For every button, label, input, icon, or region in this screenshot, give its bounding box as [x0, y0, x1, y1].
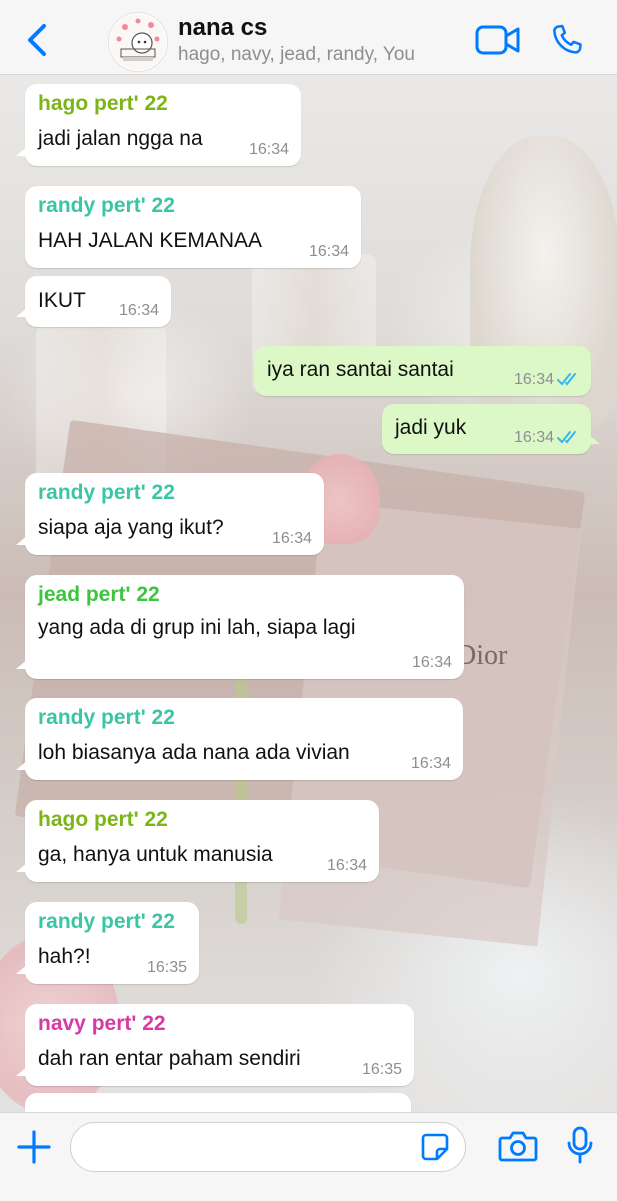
- plus-icon: [17, 1130, 51, 1164]
- message-sender: jead pert' 22: [38, 583, 160, 606]
- message-sender: randy pert' 22: [38, 194, 175, 217]
- message-text: hah?!: [38, 945, 91, 968]
- message-time: 16:35: [361, 1061, 402, 1078]
- voice-message-button[interactable]: [566, 1125, 594, 1165]
- message-time: 16:35: [146, 959, 187, 976]
- phone-icon: [553, 24, 582, 54]
- voice-call-button[interactable]: [548, 20, 586, 60]
- message-bubble[interactable]: iya ran santai santai 16:34: [254, 346, 591, 396]
- message-time: 16:34: [248, 141, 289, 158]
- message-text: dah ran entar paham sendiri: [38, 1047, 301, 1070]
- sticker-icon: [421, 1133, 449, 1161]
- message-text: HAH JALAN KEMANAA: [38, 229, 263, 252]
- message-bubble[interactable]: randy pert' 22 siapa aja yang ikut? 16:3…: [16, 473, 324, 555]
- message-time: 16:34: [411, 654, 452, 671]
- read-receipt-icon: [557, 373, 576, 386]
- chat-header: nana cs hago, navy, jead, randy, You: [0, 0, 617, 75]
- video-camera-icon: [475, 25, 520, 55]
- message-sender: hago pert' 22: [38, 808, 168, 831]
- message-text: iya ran santai santai: [267, 358, 454, 381]
- sticker-button[interactable]: [420, 1132, 450, 1162]
- message-time: 16:34: [118, 302, 159, 319]
- message-bubble[interactable]: navy pert' 22 dah ran entar paham sendir…: [16, 1004, 414, 1086]
- chat-members-list[interactable]: hago, navy, jead, randy, You: [178, 44, 415, 66]
- message-bubble[interactable]: randy pert' 22 hah?! 16:35: [16, 902, 199, 984]
- message-sender: randy pert' 22: [38, 481, 175, 504]
- message-text: yang ada di grup ini lah, siapa lagi: [38, 616, 356, 639]
- message-time: 16:34: [271, 530, 312, 547]
- message-text: jadi jalan ngga na: [38, 127, 203, 150]
- composer-bar: [0, 1112, 617, 1201]
- group-avatar[interactable]: [108, 12, 168, 72]
- message-text: ga, hanya untuk manusia: [38, 843, 273, 866]
- attach-button[interactable]: [16, 1129, 52, 1165]
- message-sender: navy pert' 22: [38, 1012, 166, 1035]
- message-time: 16:34: [326, 857, 367, 874]
- group-avatar-illustration: [110, 14, 166, 70]
- message-bubble[interactable]: hago pert' 22 jadi jalan ngga na 16:34: [16, 84, 301, 166]
- read-receipt-icon: [557, 431, 576, 444]
- message-sender: hago pert' 22: [38, 92, 168, 115]
- message-time: 16:34: [513, 429, 554, 446]
- video-call-button[interactable]: [474, 22, 522, 58]
- message-bubble[interactable]: randy pert' 22 HAH JALAN KEMANAA 16:34: [25, 186, 361, 268]
- message-bubble[interactable]: jadi yuk 16:34: [382, 404, 600, 454]
- message-bubble[interactable]: randy pert' 22 loh biasanya ada nana ada…: [16, 698, 463, 780]
- message-sender: randy pert' 22: [38, 706, 175, 729]
- chevron-left-icon: [28, 24, 46, 56]
- message-time: 16:34: [308, 243, 349, 260]
- camera-icon: [498, 1131, 538, 1162]
- message-text: jadi yuk: [395, 416, 467, 439]
- microphone-icon: [567, 1126, 593, 1164]
- camera-button[interactable]: [498, 1129, 538, 1163]
- message-text: loh biasanya ada nana ada vivian: [38, 741, 350, 764]
- message-bubble[interactable]: IKUT 16:34: [16, 276, 171, 327]
- message-bubble[interactable]: hago pert' 22 ga, hanya untuk manusia 16…: [16, 800, 379, 882]
- back-button[interactable]: [20, 20, 54, 60]
- message-time: 16:34: [513, 371, 554, 388]
- message-text: IKUT: [38, 289, 86, 312]
- message-time: 16:34: [410, 755, 451, 772]
- message-input-wrapper[interactable]: [70, 1122, 466, 1172]
- message-bubble[interactable]: jead pert' 22 yang ada di grup ini lah, …: [16, 575, 464, 679]
- message-sender: randy pert' 22: [38, 910, 175, 933]
- message-input[interactable]: [85, 1131, 419, 1165]
- chat-title[interactable]: nana cs: [178, 14, 267, 42]
- message-text: siapa aja yang ikut?: [38, 516, 224, 539]
